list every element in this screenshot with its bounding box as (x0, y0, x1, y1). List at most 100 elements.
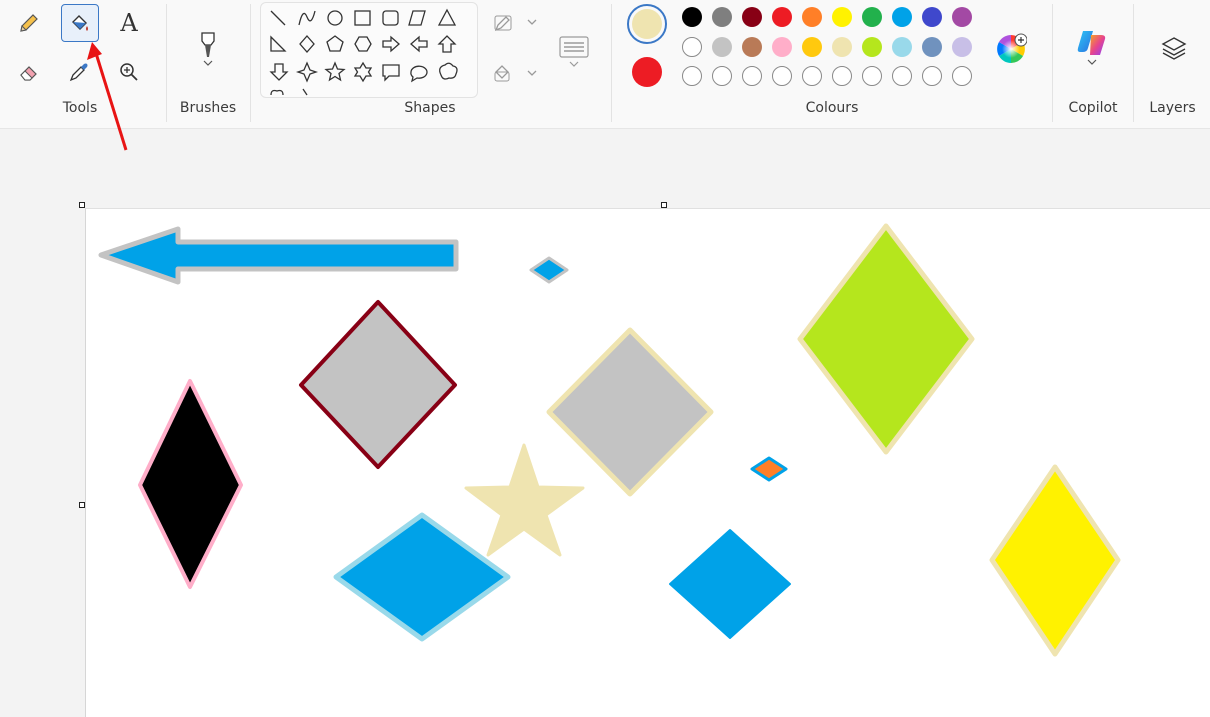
colour-wheel-icon (997, 33, 1028, 63)
palette-swatch-2-8[interactable] (892, 37, 912, 57)
ribbon-toolbar: A Tools Brushes Shapes Colours Copilot L… (0, 0, 1210, 129)
palette-swatch-1-7[interactable] (862, 7, 882, 27)
drawing-canvas[interactable] (85, 208, 1210, 717)
palette-swatch-1-4[interactable] (772, 7, 792, 27)
arrow-left-shape (98, 226, 459, 285)
palette-swatch-2-9[interactable] (922, 37, 942, 57)
heart-shape-icon (270, 89, 284, 96)
chevron-down-icon (569, 61, 579, 67)
palette-swatch-2-5[interactable] (802, 37, 822, 57)
line-shape-icon (270, 10, 286, 26)
custom-colour-slot-3[interactable] (742, 66, 762, 86)
brushes-button[interactable] (188, 20, 228, 76)
grey-diamond-red-outline (299, 300, 457, 469)
eraser-icon (20, 66, 37, 81)
palette-swatch-1-6[interactable] (832, 7, 852, 27)
down-arrow-shape-icon (269, 63, 289, 81)
separator (611, 4, 612, 122)
annotation-arrow (87, 42, 128, 151)
text-tool[interactable]: A (112, 6, 146, 40)
palette-swatch-2-7[interactable] (862, 37, 882, 57)
right-triangle-shape-icon (270, 35, 287, 52)
pencil-icon (20, 14, 38, 32)
rounded-rectangle-shape-icon (382, 10, 399, 26)
size-dropdown[interactable] (554, 22, 594, 80)
custom-colour-slot-1[interactable] (682, 66, 702, 86)
text-icon: A (120, 9, 138, 37)
palette-swatch-1-2[interactable] (712, 7, 732, 27)
palette-swatch-2-2[interactable] (712, 37, 732, 57)
triangle-shape-icon (437, 8, 457, 26)
palette-swatch-1-8[interactable] (892, 7, 912, 27)
palette-swatch-2-4[interactable] (772, 37, 792, 57)
diamond-shape-icon (299, 35, 315, 53)
small-blue-diamond (529, 256, 569, 284)
fill-tool[interactable] (61, 4, 99, 42)
black-diamond-pink-outline (138, 379, 243, 589)
copilot-button[interactable] (1070, 20, 1114, 74)
yellow-diamond (989, 464, 1121, 657)
fill-dropdown[interactable] (490, 56, 540, 90)
custom-colour-slot-5[interactable] (802, 66, 822, 86)
line-size-icon (559, 36, 589, 58)
polygon-shape-icon (408, 10, 426, 26)
resize-handle-top-left[interactable] (79, 202, 85, 208)
cream-star (464, 443, 585, 557)
custom-colour-slot-7[interactable] (862, 66, 882, 86)
custom-colour-slot-9[interactable] (922, 66, 942, 86)
eraser-tool[interactable] (12, 55, 46, 89)
custom-colour-slot-2[interactable] (712, 66, 732, 86)
palette-swatch-2-3[interactable] (742, 37, 762, 57)
palette-swatch-1-10[interactable] (952, 7, 972, 27)
separator (1052, 4, 1053, 122)
right-arrow-shape-icon (382, 35, 400, 53)
palette-swatch-1-1[interactable] (682, 7, 702, 27)
blue-diamond-light-outline (333, 512, 511, 642)
palette-swatch-2-6[interactable] (832, 37, 852, 57)
colour-2-selector[interactable] (632, 57, 662, 87)
separator (166, 4, 167, 122)
shapes-group-label: Shapes (404, 100, 456, 116)
colour-1-swatch (632, 9, 662, 39)
brush-icon (201, 32, 215, 57)
resize-handle-left[interactable] (79, 502, 85, 508)
pentagon-shape-icon (326, 35, 344, 52)
outline-dropdown[interactable] (490, 6, 540, 40)
small-orange-diamond (750, 456, 788, 482)
canvas-drawing (98, 223, 1121, 657)
oval-callout-shape-icon (410, 65, 428, 83)
colours-group-label: Colours (805, 100, 859, 116)
cloud-callout-shape-icon (439, 62, 458, 80)
custom-colour-slot-6[interactable] (832, 66, 852, 86)
shape-fill-icon (494, 65, 537, 82)
four-point-star-shape-icon (295, 61, 319, 83)
palette-swatch-1-9[interactable] (922, 7, 942, 27)
curve-shape-icon (298, 10, 316, 26)
palette-swatch-1-5[interactable] (802, 7, 822, 27)
palette-swatch-2-1[interactable] (682, 37, 702, 57)
chevron-down-icon (1087, 59, 1097, 65)
custom-colour-slot-4[interactable] (772, 66, 792, 86)
custom-colour-slot-10[interactable] (952, 66, 972, 86)
edit-colours-button[interactable] (995, 33, 1028, 65)
brushes-group-label: Brushes (179, 100, 237, 116)
hexagon-shape-icon (354, 36, 372, 52)
rounded-callout-shape-icon (382, 64, 400, 82)
colour-1-selector[interactable] (627, 4, 667, 44)
green-diamond (797, 223, 975, 455)
blue-diamond (669, 529, 791, 639)
shapes-gallery (260, 2, 478, 98)
left-arrow-shape-icon (410, 35, 428, 53)
layers-button[interactable] (1154, 30, 1194, 66)
pencil-tool[interactable] (12, 6, 46, 40)
grey-diamond-cream-outline (546, 327, 714, 497)
six-point-star-shape-icon (353, 61, 373, 83)
custom-colour-slot-8[interactable] (892, 66, 912, 86)
resize-handle-top[interactable] (661, 202, 667, 208)
palette-swatch-1-3[interactable] (742, 7, 762, 27)
chevron-down-icon (203, 60, 213, 66)
palette-swatch-2-10[interactable] (952, 37, 972, 57)
up-arrow-shape-icon (437, 35, 457, 53)
separator (1133, 4, 1134, 122)
layers-icon (1161, 37, 1187, 60)
